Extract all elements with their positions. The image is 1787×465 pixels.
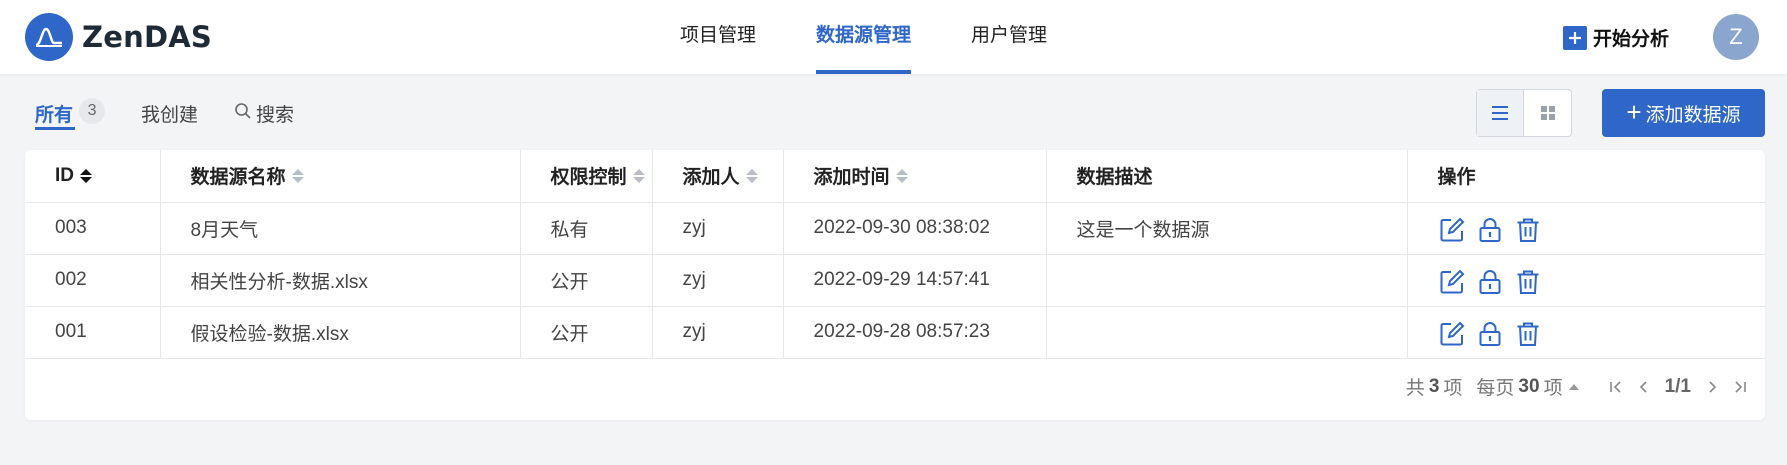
cell-actions	[1407, 202, 1765, 255]
column-header-time[interactable]: 添加时间	[783, 150, 1047, 203]
cell-time: 2022-09-29 14:57:41	[783, 254, 1047, 307]
table-row[interactable]: 003 8月天气 私有 zyj 2022-09-30 08:38:02 这是一个…	[25, 202, 1765, 255]
sort-icon[interactable]	[291, 168, 304, 183]
lock-icon[interactable]	[1476, 268, 1504, 296]
last-page-icon[interactable]	[1733, 380, 1747, 394]
cell-actions	[1407, 254, 1765, 307]
add-datasource-label: 添加数据源	[1645, 104, 1741, 126]
sort-icon[interactable]	[80, 168, 92, 183]
start-analysis-button[interactable]: 开始分析	[1563, 24, 1669, 51]
next-page-icon[interactable]	[1705, 380, 1719, 394]
column-header-actions: 操作	[1407, 150, 1765, 203]
user-avatar[interactable]: Z	[1713, 14, 1759, 60]
cell-time: 2022-09-28 08:57:23	[783, 306, 1047, 359]
cell-name[interactable]: 相关性分析-数据.xlsx	[160, 254, 521, 307]
nav-item-projects[interactable]: 项目管理	[680, 0, 756, 74]
search-icon	[234, 102, 252, 126]
datasource-table-card: ID 数据源名称 权限控制 添加人 添加时间 数据描述 操作 003 8月天气 …	[25, 150, 1765, 420]
cell-time: 2022-09-30 08:38:02	[783, 202, 1047, 255]
per-page-suffix: 项	[1543, 378, 1563, 399]
caret-up-icon[interactable]	[1568, 383, 1579, 390]
column-header-creator[interactable]: 添加人	[652, 150, 784, 203]
total-count: 3	[1428, 375, 1440, 397]
cell-id: 003	[25, 202, 161, 255]
column-header-id[interactable]: ID	[25, 150, 161, 203]
first-page-icon[interactable]	[1609, 380, 1623, 394]
sort-icon[interactable]	[745, 168, 758, 183]
nav-item-users[interactable]: 用户管理	[971, 0, 1047, 74]
grid-view-button[interactable]	[1524, 90, 1571, 136]
per-page-value[interactable]: 30	[1518, 376, 1539, 398]
cell-name[interactable]: 8月天气	[160, 202, 521, 255]
list-icon	[1492, 106, 1508, 120]
cell-description: 这是一个数据源	[1046, 202, 1408, 255]
delete-icon[interactable]	[1514, 216, 1542, 244]
plus-icon	[1563, 25, 1587, 50]
cell-permission: 公开	[520, 254, 653, 307]
sort-icon[interactable]	[895, 168, 908, 183]
page-indicator: 1/1	[1664, 375, 1691, 397]
datasource-table: ID 数据源名称 权限控制 添加人 添加时间 数据描述 操作 003 8月天气 …	[25, 150, 1765, 359]
filter-tab-all[interactable]: 所有 3	[35, 96, 106, 134]
add-datasource-button[interactable]: + 添加数据源	[1602, 89, 1765, 137]
cell-permission: 私有	[520, 202, 653, 255]
cell-permission: 公开	[520, 306, 653, 359]
cell-creator: zyj	[652, 254, 784, 307]
cell-creator: zyj	[652, 202, 784, 255]
sort-icon[interactable]	[632, 168, 645, 183]
top-header: ZenDAS 项目管理 数据源管理 用户管理 开始分析 Z	[0, 0, 1787, 74]
edit-icon[interactable]	[1438, 268, 1466, 296]
view-toggle	[1476, 89, 1572, 137]
table-header-row: ID 数据源名称 权限控制 添加人 添加时间 数据描述 操作	[25, 150, 1765, 203]
prev-page-icon[interactable]	[1637, 380, 1651, 394]
cell-actions	[1407, 306, 1765, 359]
edit-icon[interactable]	[1438, 320, 1466, 348]
lock-icon[interactable]	[1476, 216, 1504, 244]
filter-tab-mine[interactable]: 我创建	[141, 96, 198, 134]
search-label: 搜索	[256, 105, 295, 126]
filter-tab-mine-label: 我创建	[141, 105, 199, 126]
table-row[interactable]: 001 假设检验-数据.xlsx 公开 zyj 2022-09-28 08:57…	[25, 306, 1765, 359]
list-view-button[interactable]	[1477, 90, 1525, 136]
logo[interactable]: ZenDAS	[25, 13, 212, 61]
count-badge: 3	[79, 98, 106, 124]
table-row[interactable]: 002 相关性分析-数据.xlsx 公开 zyj 2022-09-29 14:5…	[25, 254, 1765, 307]
per-page-prefix: 每页	[1476, 378, 1515, 399]
lock-icon[interactable]	[1476, 320, 1504, 348]
plus-icon: +	[1626, 96, 1642, 127]
nav-item-datasources[interactable]: 数据源管理	[816, 0, 912, 74]
column-header-name[interactable]: 数据源名称	[160, 150, 521, 203]
pagination: 共 3 项 每页 30 项 1/1	[1406, 373, 1747, 400]
cell-description	[1046, 254, 1408, 307]
filter-tab-all-label: 所有	[35, 105, 74, 126]
cell-creator: zyj	[652, 306, 784, 359]
app-name: ZenDAS	[82, 20, 212, 54]
delete-icon[interactable]	[1514, 320, 1542, 348]
start-analysis-label: 开始分析	[1593, 29, 1670, 50]
column-header-description: 数据描述	[1046, 150, 1408, 203]
edit-icon[interactable]	[1438, 216, 1466, 244]
cell-id: 001	[25, 306, 161, 359]
cell-description	[1046, 306, 1408, 359]
total-prefix: 共	[1405, 378, 1425, 399]
column-header-permission[interactable]: 权限控制	[520, 150, 653, 203]
search-toggle[interactable]: 搜索	[234, 96, 294, 134]
logo-icon	[25, 13, 73, 61]
filter-tabs: 所有 3 我创建 搜索	[35, 96, 330, 134]
delete-icon[interactable]	[1514, 268, 1542, 296]
cell-name[interactable]: 假设检验-数据.xlsx	[160, 306, 521, 359]
total-suffix: 项	[1443, 378, 1463, 399]
main-nav: 项目管理 数据源管理 用户管理	[680, 0, 1107, 74]
grid-icon	[1540, 106, 1555, 120]
cell-id: 002	[25, 254, 161, 307]
